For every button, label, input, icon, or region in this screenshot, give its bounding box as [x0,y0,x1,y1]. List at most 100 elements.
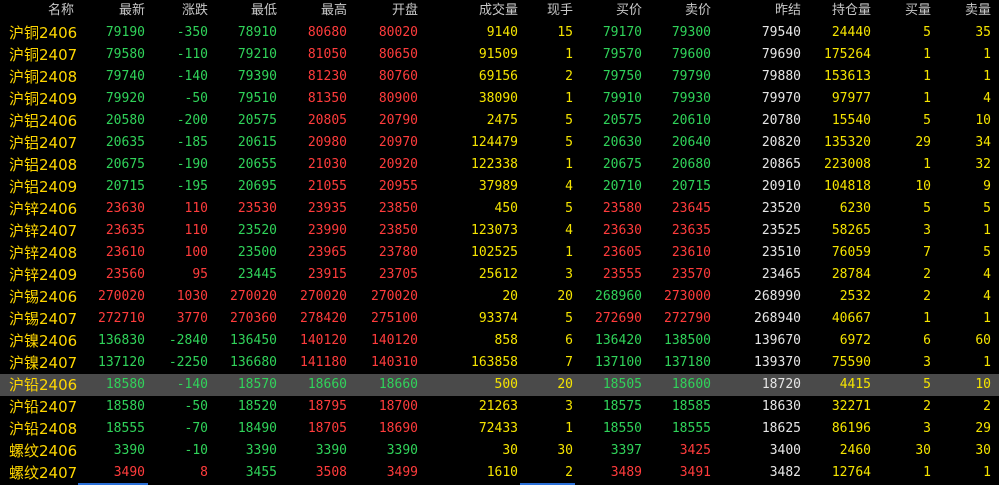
quote-row[interactable]: 沪铝2406 20580 -200 20575 20805 20790 2475 5 20575… [0,110,999,132]
quote-row[interactable]: 沪锌2408 23610 100 23500 23965 23780 102525 1 2360… [0,242,999,264]
cell-change: 110 [184,201,208,216]
cell-low: 79390 [237,69,277,84]
cell-volume: 21263 [478,399,518,414]
column-header-ask-volume[interactable]: 卖量 [965,0,991,22]
quote-row[interactable]: 沪铜2408 79740 -140 79390 81230 80760 69156 2 7975… [0,66,999,88]
cell-volume: 38090 [478,91,518,106]
cell-low: 20655 [237,157,277,172]
cell-oi: 24440 [831,25,871,40]
cell-settle: 79690 [761,47,801,62]
cell-volume: 69156 [478,69,518,84]
cell-latest: 18580 [105,377,145,392]
cell-bidvol: 5 [923,113,931,128]
cell-volume: 500 [494,377,518,392]
cell-latest: 23630 [105,201,145,216]
column-header-current-hand[interactable]: 现手 [547,0,573,22]
column-header-high[interactable]: 最高 [321,0,347,22]
quote-row[interactable]: 沪锌2407 23635 110 23520 23990 23850 123073 4 2363… [0,220,999,242]
cell-oi: 97977 [831,91,871,106]
cell-bid: 20710 [602,179,642,194]
column-header-ask[interactable]: 卖价 [685,0,711,22]
cell-name: 沪铝2407 [9,134,78,152]
quote-row[interactable]: 沪镍2406 136830 -2840 136450 140120 140120 858 6 1… [0,330,999,352]
quote-row[interactable]: 沪铜2407 79580 -110 79210 81050 80650 91509 1 7957… [0,44,999,66]
quote-row[interactable]: 沪铅2407 18580 -50 18520 18795 18700 21263 3 18575… [0,396,999,418]
column-header-latest[interactable]: 最新 [119,0,145,22]
cell-current: 7 [565,355,573,370]
quote-row[interactable]: 沪镍2407 137120 -2250 136680 141180 140310 16385… [0,352,999,374]
cell-name: 沪锡2407 [9,310,78,328]
cell-askvol: 10 [975,113,991,128]
quote-row[interactable]: 沪铜2406 79190 -350 78910 80680 80020 9140 15 7917… [0,22,999,44]
cell-name: 沪铝2408 [9,156,78,174]
cell-settle: 268940 [754,311,801,326]
column-header-bid[interactable]: 买价 [616,0,642,22]
cell-askvol: 4 [983,91,991,106]
cell-bidvol: 5 [923,201,931,216]
cell-ask: 3491 [679,465,711,480]
quote-row[interactable]: 螺纹2407 3490 8 3455 3508 3499 1610 2 3489 3491 3482… [0,462,999,484]
quote-row[interactable]: 沪铝2408 20675 -190 20655 21030 20920 122338 1 206… [0,154,999,176]
cell-volume: 93374 [478,311,518,326]
cell-ask: 79790 [671,69,711,84]
cell-settle: 139370 [754,355,801,370]
quote-row[interactable]: 沪铅2406 18580 -140 18570 18660 18660 500 20 18505… [0,374,999,396]
cell-change: -10 [184,443,208,458]
cell-open: 20790 [378,113,418,128]
cell-bidvol: 2 [923,267,931,282]
column-header-name[interactable]: 名称 [48,0,74,22]
column-header-open[interactable]: 开盘 [392,0,418,22]
quote-row[interactable]: 沪铜2409 79920 -50 79510 81350 80900 38090 1 79910… [0,88,999,110]
cell-bidvol: 3 [923,421,931,436]
cell-high: 81050 [307,47,347,62]
quote-row[interactable]: 沪铝2409 20715 -195 20695 21055 20955 37989 4 2071… [0,176,999,198]
cell-askvol: 10 [975,377,991,392]
cell-oi: 86196 [831,421,871,436]
quote-row[interactable]: 沪铅2408 18555 -70 18490 18705 18690 72433 1 18550… [0,418,999,440]
column-header-prev-settle[interactable]: 昨结 [775,0,801,22]
column-header-bid-volume[interactable]: 买量 [905,0,931,22]
cell-latest: 79920 [105,91,145,106]
cell-ask: 273000 [664,289,711,304]
cell-oi: 104818 [824,179,871,194]
cell-bid: 79910 [602,91,642,106]
cell-askvol: 4 [983,289,991,304]
quote-row[interactable]: 沪锌2409 23560 95 23445 23915 23705 25612 3 23555 2… [0,264,999,286]
cell-change: 8 [200,465,208,480]
cell-ask: 23645 [671,201,711,216]
cell-settle: 18630 [761,399,801,414]
cell-low: 23530 [237,201,277,216]
cell-high: 3390 [315,443,347,458]
quote-row[interactable]: 沪锡2407 272710 3770 270360 278420 275100 93374 5… [0,308,999,330]
column-header-open-interest[interactable]: 持仓量 [832,0,871,22]
cell-bid: 272690 [595,311,642,326]
cell-settle: 23510 [761,245,801,260]
cell-bidvol: 3 [923,223,931,238]
cell-bid: 23630 [602,223,642,238]
column-header-low[interactable]: 最低 [251,0,277,22]
cell-change: -50 [184,91,208,106]
cell-bidvol: 7 [923,245,931,260]
quote-row[interactable]: 沪锌2406 23630 110 23530 23935 23850 450 5 23580 23… [0,198,999,220]
cell-volume: 20 [502,289,518,304]
cell-settle: 20910 [761,179,801,194]
cell-low: 79510 [237,91,277,106]
cell-high: 23990 [307,223,347,238]
quote-row[interactable]: 沪铝2407 20635 -185 20615 20980 20970 124479 5 206… [0,132,999,154]
cell-low: 78910 [237,25,277,40]
cell-bidvol: 29 [915,135,931,150]
cell-latest: 3390 [113,443,145,458]
column-header-volume[interactable]: 成交量 [479,0,518,22]
cell-volume: 163858 [471,355,518,370]
cell-name: 螺纹2406 [9,442,78,460]
column-header-change[interactable]: 涨跌 [182,0,208,22]
cell-name: 沪铅2408 [9,420,78,438]
quote-row[interactable]: 沪锡2406 270020 1030 270020 270020 270020 20 20 26… [0,286,999,308]
cell-bidvol: 1 [923,47,931,62]
cell-latest: 20580 [105,113,145,128]
quote-row[interactable]: 螺纹2406 3390 -10 3390 3390 3390 30 30 3397 3425 340… [0,440,999,462]
cell-bidvol: 5 [923,377,931,392]
cell-open: 140310 [371,355,418,370]
cell-ask: 18585 [671,399,711,414]
cell-ask: 20680 [671,157,711,172]
